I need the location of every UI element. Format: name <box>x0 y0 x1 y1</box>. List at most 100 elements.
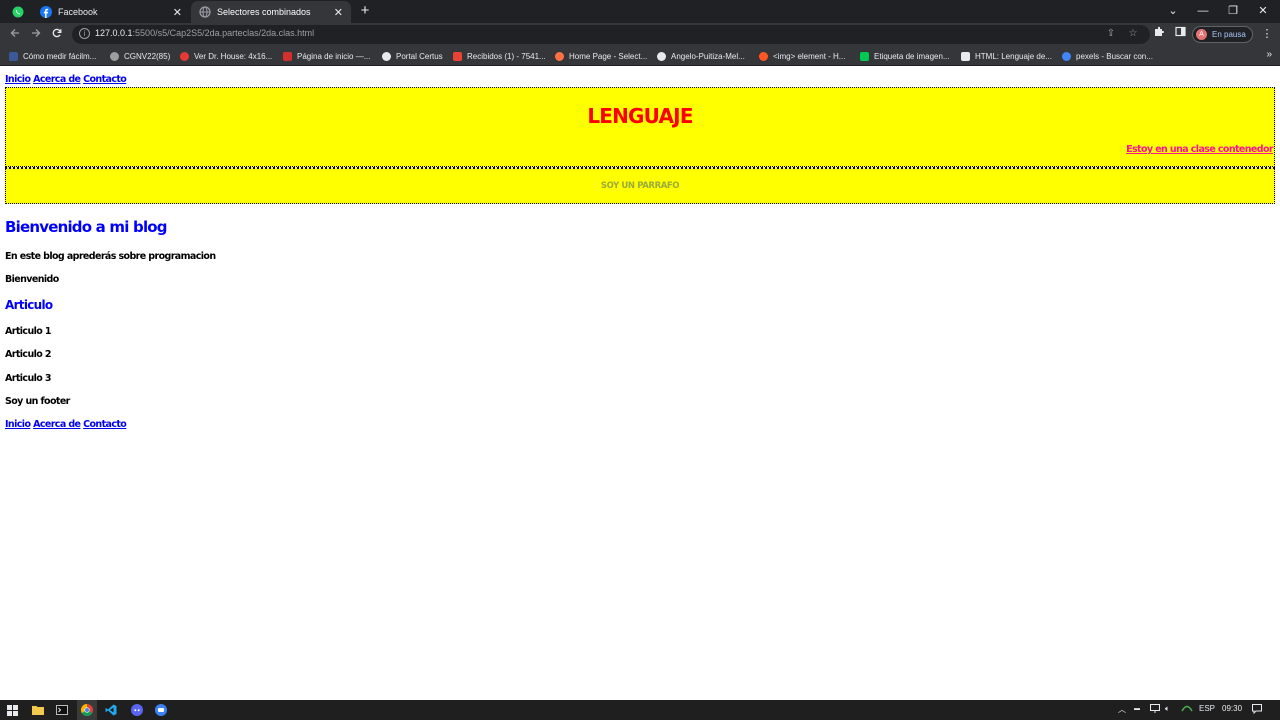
discord-icon[interactable] <box>130 703 144 717</box>
address-bar[interactable]: i 127.0.0.1:5500/s5/Cap2S5/2da.parteclas… <box>72 25 1150 44</box>
bookmark-favicon <box>555 51 564 61</box>
nav-link-inicio[interactable]: Inicio <box>5 419 31 430</box>
top-nav: Inicio Acerca de Contacto <box>5 74 127 85</box>
bookmarks-more-button[interactable]: » <box>1266 49 1272 60</box>
bookmark-item[interactable]: HTML: Lenguaje de... <box>961 49 1052 63</box>
bookmark-item[interactable]: Etiqueta de imagen... <box>860 49 950 63</box>
chrome-icon[interactable] <box>80 703 94 717</box>
chat-app-icon[interactable] <box>154 703 168 717</box>
bookmark-label: Etiqueta de imagen... <box>874 51 950 61</box>
close-window-button[interactable]: ✕ <box>1248 0 1278 22</box>
url-path: :5500/s5/Cap2S5/2da.parteclas/2da.clas.h… <box>132 28 315 38</box>
nav-link-contacto[interactable]: Contacto <box>83 74 127 85</box>
info-icon[interactable]: i <box>79 28 90 39</box>
vscode-logo-shape <box>105 704 117 716</box>
windows-start-icon[interactable] <box>5 703 19 717</box>
article-item: Articulo 2 <box>5 349 52 360</box>
tab-selectores-combinados[interactable]: Selectores combinados ✕ <box>191 1 351 23</box>
side-panel-icon[interactable] <box>1172 26 1188 42</box>
forward-arrow-icon <box>32 29 41 37</box>
bookmark-label: Ver Dr. House: 4x16... <box>194 51 273 61</box>
menu-dots-icon[interactable]: ⋮ <box>1259 26 1275 42</box>
bookmark-label: CGNV22(85) <box>124 51 171 61</box>
container-link[interactable]: Estoy en una clase contenedor <box>1126 144 1274 155</box>
nav-link-acerca[interactable]: Acerca de <box>33 74 81 85</box>
tray-chevron-icon[interactable]: ︿ <box>1118 704 1126 715</box>
bookmark-item[interactable]: Angelo-Puitiza-Mel... <box>657 49 745 63</box>
bookmark-favicon <box>283 51 292 61</box>
bookmark-favicon <box>110 51 119 61</box>
bookmark-favicon <box>759 51 768 61</box>
bookmark-item[interactable]: Portal Certus <box>382 49 443 63</box>
back-button[interactable] <box>6 25 24 43</box>
bookmark-item[interactable]: <img> element - H... <box>759 49 845 63</box>
browser-titlebar: Facebook ✕ Selectores combinados ✕ + ⌄ —… <box>0 0 1280 23</box>
discord-logo-shape <box>131 704 143 716</box>
bookmark-item[interactable]: Cómo medir fácilm... <box>9 49 96 63</box>
google-icon <box>1062 51 1071 61</box>
bookmark-favicon <box>860 51 869 61</box>
battery-icon[interactable] <box>1181 704 1193 714</box>
battery-shape <box>1181 705 1193 712</box>
nav-link-inicio[interactable]: Inicio <box>5 74 31 85</box>
file-explorer-icon[interactable] <box>31 703 45 717</box>
browser-toolbar: i 127.0.0.1:5500/s5/Cap2S5/2da.parteclas… <box>0 23 1280 46</box>
footer-text: Soy un footer <box>5 396 70 407</box>
back-arrow-icon <box>10 29 19 37</box>
nav-link-acerca[interactable]: Acerca de <box>33 419 81 430</box>
new-tab-button[interactable]: + <box>357 2 373 20</box>
volume-icon[interactable]: 🔈︎ <box>1165 704 1170 714</box>
bookmark-favicon <box>453 51 462 61</box>
vscode-icon[interactable] <box>104 703 118 717</box>
tab-facebook[interactable]: Facebook ✕ <box>32 1 190 23</box>
tab-close-button[interactable]: ✕ <box>334 6 343 19</box>
bookmark-label: pexels - Buscar con... <box>1076 51 1153 61</box>
bookmark-item[interactable]: pexels - Buscar con... <box>1062 49 1153 63</box>
bookmark-item[interactable]: Ver Dr. House: 4x16... <box>180 49 272 63</box>
tab-label: Facebook <box>58 7 98 17</box>
chrome-logo-shape <box>81 704 93 716</box>
network-icon[interactable] <box>1150 704 1160 715</box>
facebook-icon <box>40 6 52 18</box>
clock[interactable]: 09:30 <box>1222 704 1242 713</box>
profile-button[interactable]: A En pausa <box>1192 26 1253 43</box>
reload-button[interactable] <box>48 25 66 43</box>
article-item: Articulo 3 <box>5 373 52 384</box>
bookmark-label: Portal Certus <box>396 51 443 61</box>
windows-taskbar: ︿ ▬ 🔈︎ ESP 09:30 <box>0 700 1280 720</box>
bookmark-favicon <box>382 51 391 61</box>
restore-button[interactable]: ❐ <box>1218 0 1248 22</box>
monitor-shape <box>1150 704 1160 713</box>
language-indicator[interactable]: ESP <box>1199 704 1215 713</box>
extensions-icon[interactable] <box>1151 26 1167 42</box>
paragraph-text: SOY UN PARRAFO <box>600 181 680 191</box>
tab-close-button[interactable]: ✕ <box>173 6 182 19</box>
tab-search-button[interactable]: ⌄ <box>1158 0 1188 22</box>
url-host: 127.0.0.1 <box>95 28 133 38</box>
bookmark-item[interactable]: Recibidos (1) - 7541... <box>453 49 546 63</box>
bookmark-favicon <box>9 51 18 61</box>
article-item: Articulo 1 <box>5 326 52 337</box>
terminal-icon[interactable] <box>55 703 69 717</box>
speech-bubble-shape <box>1252 704 1262 715</box>
minimize-button[interactable]: — <box>1188 0 1218 22</box>
pinned-tab-whatsapp[interactable] <box>7 3 29 21</box>
notifications-icon[interactable] <box>1252 704 1262 716</box>
folder-shape <box>32 706 44 715</box>
bookmark-label: Página de inicio —... <box>297 51 371 61</box>
terminal-shape <box>56 705 68 715</box>
forward-button[interactable] <box>27 25 45 43</box>
windows-logo-shape <box>6 704 18 716</box>
bookmark-label: Cómo medir fácilm... <box>23 51 97 61</box>
reload-icon <box>52 28 62 38</box>
profile-status: En pausa <box>1212 30 1246 39</box>
nav-link-contacto[interactable]: Contacto <box>83 419 127 430</box>
star-icon[interactable]: ☆ <box>1126 27 1140 41</box>
bookmark-label: <img> element - H... <box>773 51 846 61</box>
tray-app-icon[interactable]: ▬ <box>1134 706 1140 712</box>
bookmark-item[interactable]: CGNV22(85) <box>110 49 170 63</box>
url-text[interactable]: 127.0.0.1:5500/s5/Cap2S5/2da.parteclas/2… <box>95 28 314 38</box>
bookmark-item[interactable]: Home Page - Select... <box>555 49 647 63</box>
share-icon[interactable]: ⇪ <box>1104 27 1118 41</box>
bookmark-item[interactable]: Página de inicio —... <box>283 49 370 63</box>
